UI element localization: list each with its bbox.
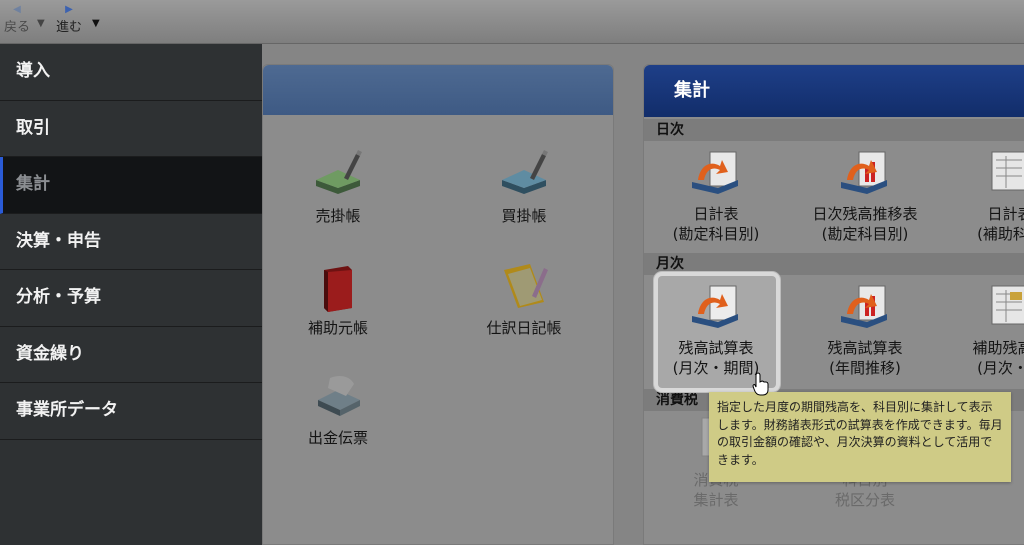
sidebar-item-office-data[interactable]: 事業所データ <box>0 383 262 440</box>
tile-label-line1: 残高試算表 <box>827 339 903 357</box>
tile-label-line2: (勘定科目別) <box>672 225 760 243</box>
back-button[interactable]: ◀ 戻る <box>4 4 30 35</box>
trend-chart-icon <box>837 282 893 332</box>
sidebar-item-label: 分析・予算 <box>16 287 101 307</box>
sidebar-item-setup[interactable]: 導入 <box>0 44 262 101</box>
sidebar-item-label: 取引 <box>16 117 50 138</box>
sidebar-item-closing[interactable]: 決算・申告 <box>0 214 262 270</box>
tile-label: 補助元帳 <box>307 319 368 337</box>
table-report-icon <box>982 148 1024 198</box>
tile-label-line2: (勘定科目別) <box>821 225 909 243</box>
forward-dropdown-icon[interactable]: ▼ <box>92 18 100 29</box>
sidebar: 導入 取引 集計 決算・申告 分析・予算 資金繰り 事業所データ <box>0 44 262 545</box>
tile-label-line2: (月次・期 <box>977 359 1024 377</box>
tile-label: 出金伝票 <box>307 429 368 447</box>
journal-pen-icon <box>496 262 552 312</box>
section-daily: 日次 <box>644 119 1024 141</box>
hand-cursor-icon <box>752 372 769 396</box>
sidebar-item-cashflow[interactable]: 資金繰り <box>0 327 262 383</box>
voucher-icon <box>310 372 366 422</box>
tile-label: 仕訳日記帳 <box>486 319 562 337</box>
report-chart-icon <box>688 148 744 198</box>
sidebar-item-label: 資金繰り <box>16 343 84 364</box>
tile-trial-balance-annual[interactable]: 残高試算表 (年間推移) <box>805 282 925 378</box>
tile-journal[interactable]: 仕訳日記帳 <box>464 262 584 338</box>
back-dropdown-icon[interactable]: ▼ <box>37 18 45 29</box>
top-toolbar: ◀ 戻る ▼ ▶ 進む ▼ <box>0 0 1024 44</box>
tile-label-line2: 税区分表 <box>834 491 895 509</box>
tile-accounts-receivable[interactable]: 売掛帳 <box>278 150 398 226</box>
tile-daily-balance-trend[interactable]: 日次残高推移表 (勘定科目別) <box>805 148 925 244</box>
sidebar-item-summary[interactable]: 集計 <box>0 157 262 214</box>
tile-tooltip: 指定した月度の期間残高を、科目別に集計して表示します。財務諸表形式の試算表を作成… <box>709 392 1011 482</box>
tile-trial-balance-monthly[interactable]: 残高試算表 (月次・期間) <box>656 282 776 378</box>
sidebar-item-label: 導入 <box>16 61 50 81</box>
table-report-icon <box>982 282 1024 332</box>
forward-label: 進む <box>56 20 83 35</box>
tile-label: 買掛帳 <box>501 207 547 225</box>
tile-label-line2: (年間推移) <box>829 359 901 377</box>
tile-label: 売掛帳 <box>315 207 361 225</box>
back-label: 戻る <box>4 20 31 35</box>
tile-label-line2: 集計表 <box>693 491 739 509</box>
trend-chart-icon <box>837 148 893 198</box>
tile-accounts-payable[interactable]: 買掛帳 <box>464 150 584 226</box>
red-book-icon <box>310 262 366 312</box>
back-arrow-icon: ◀ <box>13 4 21 15</box>
ledger-pen-icon <box>496 150 552 200</box>
ledger-pen-icon <box>310 150 366 200</box>
tile-label-line1: 日次残高推移表 <box>812 205 918 223</box>
forward-arrow-icon: ▶ <box>65 4 73 15</box>
section-monthly: 月次 <box>644 253 1024 275</box>
ledger-panel-header <box>263 65 613 115</box>
sidebar-item-label: 決算・申告 <box>16 230 101 251</box>
tile-label-line1: 残高試算表 <box>678 339 754 357</box>
tile-label-line1: 補助残高一 <box>972 339 1024 357</box>
sidebar-item-label: 集計 <box>16 174 50 194</box>
summary-panel-title: 集計 <box>644 65 1024 117</box>
sidebar-item-transactions[interactable]: 取引 <box>0 101 262 157</box>
sidebar-item-analysis[interactable]: 分析・予算 <box>0 270 262 327</box>
tile-daily-subaccount[interactable]: 日計表 (補助科目 <box>950 148 1024 244</box>
sidebar-item-label: 事業所データ <box>16 400 118 420</box>
tile-label-line1: 日計表 <box>693 205 739 223</box>
forward-button[interactable]: ▶ 進む <box>56 4 82 35</box>
tile-label-line1: 日計表 <box>987 205 1024 223</box>
tile-subsidiary-ledger[interactable]: 補助元帳 <box>278 262 398 338</box>
tile-subaccount-balance[interactable]: 補助残高一 (月次・期 <box>950 282 1024 378</box>
tile-payment-voucher[interactable]: 出金伝票 <box>278 372 398 448</box>
tile-daily-report[interactable]: 日計表 (勘定科目別) <box>656 148 776 244</box>
report-chart-icon <box>688 282 744 332</box>
tile-label-line2: (補助科目 <box>977 225 1024 243</box>
